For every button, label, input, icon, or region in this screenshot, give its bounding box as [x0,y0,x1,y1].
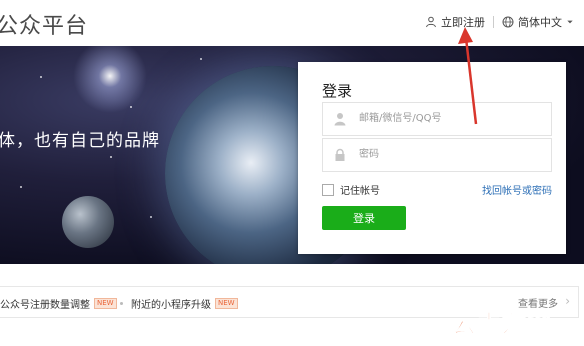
notice-item[interactable]: 附近的小程序升级 NEW [120,296,238,311]
account-input[interactable] [359,103,545,133]
new-badge: NEW [94,298,117,309]
brand-title: 公众平台 [0,14,89,39]
watermark-logo: 云南龙网 [452,310,552,339]
notice-item[interactable]: 公众号注册数量调整 NEW [0,296,117,311]
notice-text: 附近的小程序升级 [131,300,211,311]
remember-checkbox[interactable] [322,183,334,196]
language-label: 简体中文 [518,16,562,29]
globe-icon [502,16,514,28]
chevron-down-icon [567,20,573,24]
forgot-password-link[interactable]: 找回帐号或密码 [482,182,552,197]
language-selector[interactable]: 简体中文 [502,14,574,30]
account-field[interactable] [322,102,552,136]
annotation-arrow [458,27,478,125]
divider [493,16,494,28]
login-panel: 登录 记住帐号 找回帐号或密码 登录 [298,62,566,254]
user-icon [426,16,436,28]
chevron-right-icon[interactable]: › [565,294,570,308]
password-field[interactable] [322,138,552,172]
remember-account[interactable]: 记住帐号 [322,182,380,197]
header: 公众平台 立即注册 简体中文 [0,0,584,46]
lock-icon [335,148,345,161]
light-flare [70,46,150,116]
top-links: 立即注册 简体中文 [425,14,574,30]
account-icon [334,113,346,126]
banner-slogan: 体，也有自己的品牌 [0,131,160,151]
remember-label: 记住帐号 [340,186,380,197]
login-button[interactable]: 登录 [322,206,406,230]
login-title: 登录 [322,82,353,100]
moon-image [62,196,114,248]
bullet [120,302,123,305]
new-badge: NEW [215,298,238,309]
password-input[interactable] [359,139,545,169]
notice-text: 公众号注册数量调整 [0,300,90,311]
